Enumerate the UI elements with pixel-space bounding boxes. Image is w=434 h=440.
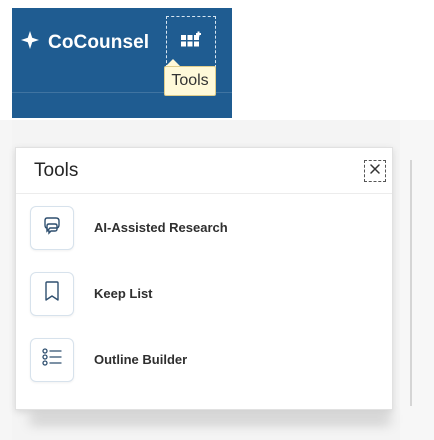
tool-label: AI-Assisted Research bbox=[94, 220, 228, 235]
close-icon bbox=[369, 162, 381, 180]
brand-name: CoCounsel bbox=[48, 31, 150, 53]
tool-keep-list[interactable]: Keep List bbox=[30, 271, 330, 316]
tool-outline-builder[interactable]: Outline Builder bbox=[30, 337, 330, 382]
tooltip-pointer bbox=[166, 59, 180, 66]
list-icon bbox=[40, 346, 64, 373]
panel-title: Tools bbox=[34, 160, 79, 181]
tools-panel: Tools AI-Assisted Research Keep List Out… bbox=[15, 147, 393, 410]
tools-tooltip: Tools bbox=[164, 66, 216, 96]
bookmark-icon bbox=[42, 280, 62, 307]
brand: CoCounsel bbox=[20, 30, 149, 55]
left-background bbox=[0, 120, 12, 440]
chat-bubbles-icon bbox=[41, 214, 63, 241]
sparkle-icon bbox=[20, 30, 40, 55]
brand-header: CoCounsel bbox=[12, 8, 232, 118]
right-background bbox=[400, 120, 434, 440]
close-button[interactable] bbox=[364, 160, 386, 182]
tool-icon-box bbox=[30, 271, 74, 316]
panel-shadow bbox=[30, 414, 390, 424]
tool-icon-box bbox=[30, 337, 74, 382]
tool-label: Outline Builder bbox=[94, 352, 188, 367]
tool-icon-box bbox=[30, 205, 74, 250]
app-window: CoCounsel Tools Tools AI-Assisted Resear… bbox=[0, 0, 434, 440]
scrollbar-track[interactable] bbox=[410, 160, 412, 406]
tool-label: Keep List bbox=[94, 286, 153, 301]
tool-ai-assisted-research[interactable]: AI-Assisted Research bbox=[30, 205, 330, 250]
top-bar: CoCounsel Tools bbox=[0, 0, 434, 120]
grid-plus-icon bbox=[180, 31, 202, 54]
panel-divider bbox=[16, 193, 392, 194]
